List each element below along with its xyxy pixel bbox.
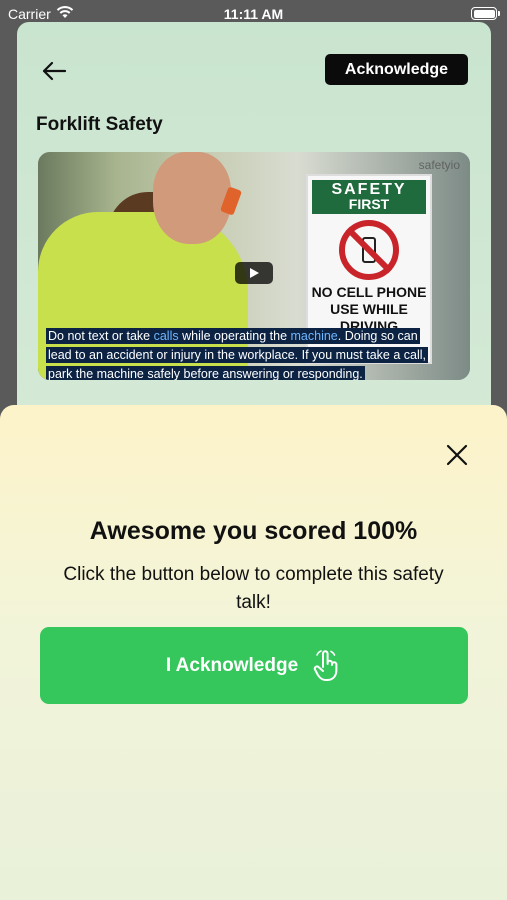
video-watermark: safetyio bbox=[418, 158, 460, 172]
status-time: 11:11 AM bbox=[223, 6, 284, 22]
sign-heading-line1: SAFETY bbox=[331, 181, 407, 198]
completion-message: Click the button below to complete this … bbox=[63, 564, 444, 613]
hand-pointer-icon bbox=[314, 649, 338, 681]
video-player[interactable]: SAFETY FIRST NO CELL PHONE USE WHILE DRI… bbox=[38, 152, 470, 380]
worker-head bbox=[153, 152, 231, 244]
sign-heading: SAFETY FIRST bbox=[312, 180, 426, 214]
i-acknowledge-label: I Acknowledge bbox=[165, 654, 299, 676]
sign-heading-line2: FIRST bbox=[348, 196, 390, 212]
close-button[interactable] bbox=[445, 443, 469, 467]
sign-body-line1: NO CELL PHONE bbox=[311, 284, 427, 300]
caption-line-1: Do not text or take calls while operatin… bbox=[46, 328, 420, 344]
completion-sheet: Awesome you scored 100% Click the button… bbox=[0, 405, 507, 900]
caption-line-3: park the machine safely before answering… bbox=[46, 366, 365, 380]
acknowledge-button[interactable]: Acknowledge bbox=[325, 54, 468, 85]
score-title: Awesome you scored 100% bbox=[89, 517, 418, 545]
close-icon bbox=[446, 444, 468, 466]
back-button[interactable] bbox=[39, 56, 69, 86]
caption-line-2: lead to an accident or injury in the wor… bbox=[46, 347, 428, 363]
battery-icon bbox=[471, 7, 500, 20]
play-button[interactable] bbox=[235, 262, 273, 284]
video-caption: Do not text or take calls while operatin… bbox=[46, 327, 462, 380]
page-title: Forklift Safety bbox=[36, 114, 163, 135]
sign-body-line2: USE WHILE bbox=[330, 301, 408, 317]
lesson-card: Acknowledge Forklift Safety SAFETY FIRST… bbox=[17, 22, 491, 442]
play-icon bbox=[250, 268, 259, 278]
back-arrow-icon bbox=[42, 61, 67, 81]
i-acknowledge-button[interactable]: I Acknowledge bbox=[40, 627, 468, 704]
no-phone-icon bbox=[339, 220, 399, 280]
